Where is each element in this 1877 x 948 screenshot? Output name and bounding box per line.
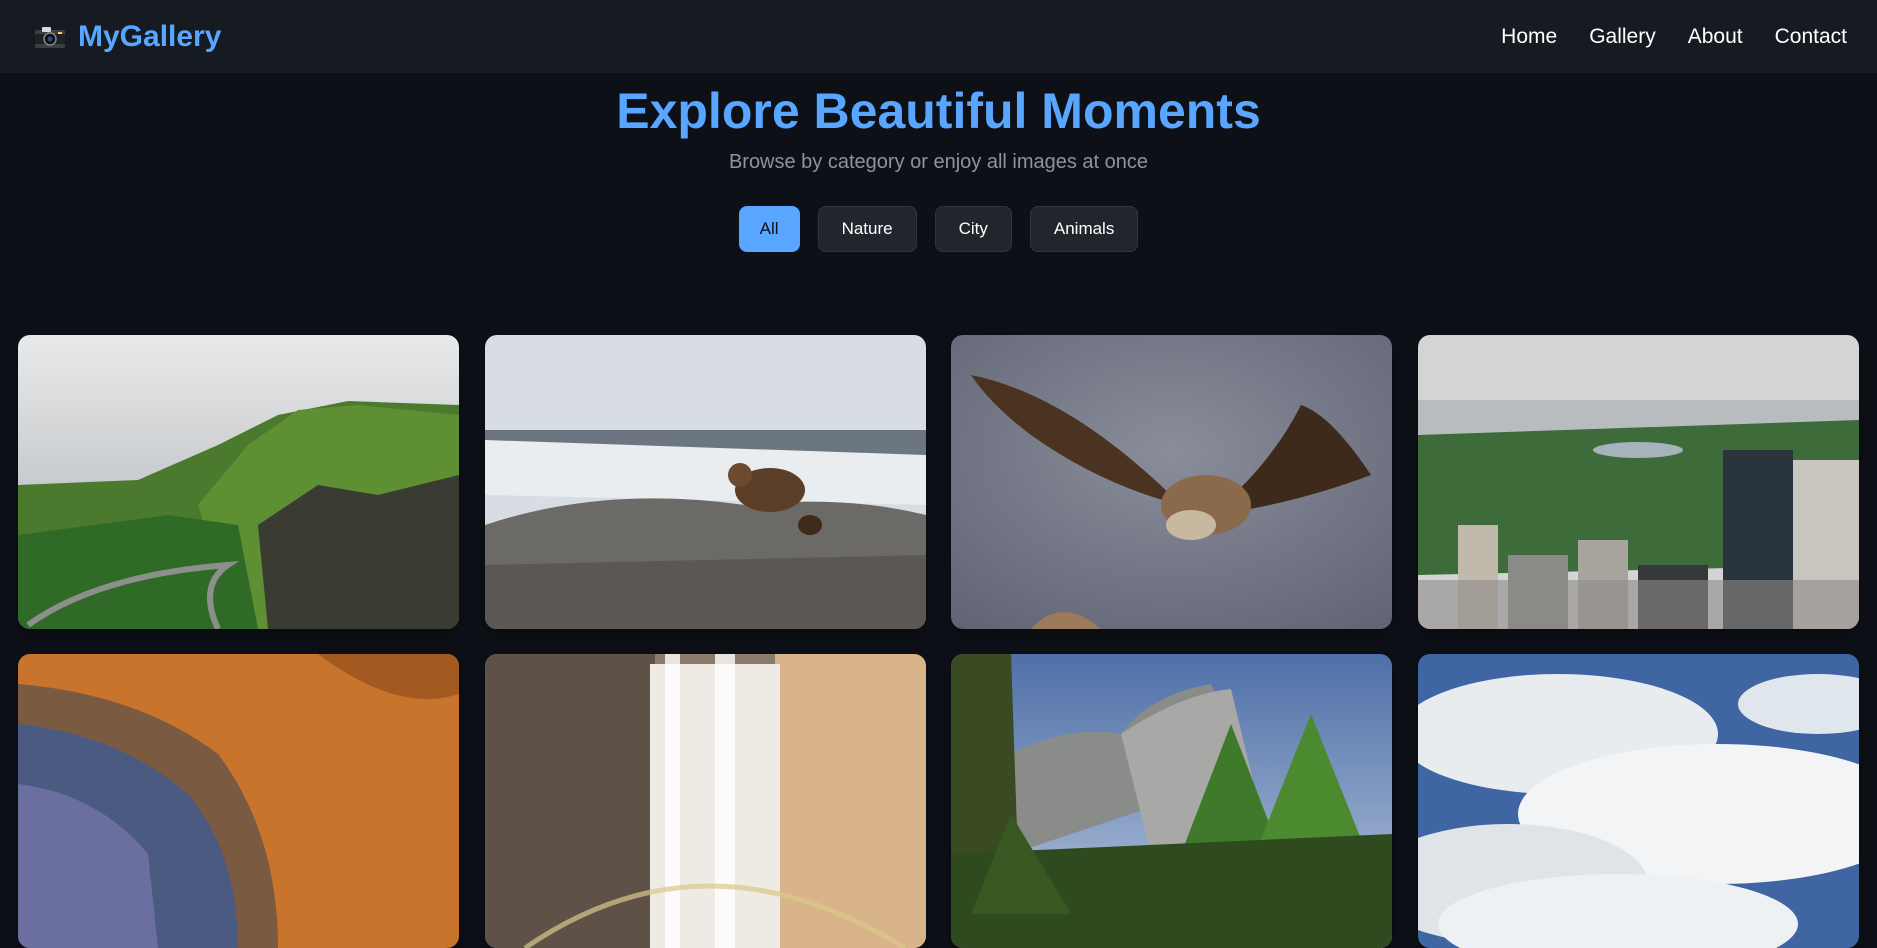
gallery-card-mountain-cliffs[interactable] (18, 335, 459, 629)
gallery-card-vulture[interactable] (951, 335, 1393, 629)
brand-name: MyGallery (78, 19, 222, 53)
nav-link-gallery[interactable]: Gallery (1589, 25, 1656, 49)
filter-city-button[interactable]: City (934, 206, 1012, 252)
category-filters: All Nature City Animals (0, 206, 1877, 252)
vulture-image (951, 335, 1393, 629)
nav-link-about[interactable]: About (1688, 25, 1743, 49)
brand[interactable]: MyGallery (34, 20, 221, 54)
gallery-card-city-park[interactable] (1418, 335, 1860, 629)
camera-icon (34, 25, 66, 49)
filter-all-button[interactable]: All (738, 206, 800, 252)
nav-links: Home Gallery About Contact (1501, 25, 1847, 49)
granite-forest-image (951, 654, 1393, 948)
gallery-card-clouds[interactable] (1418, 654, 1860, 948)
gallery-card-bear[interactable] (484, 335, 926, 629)
filter-nature-button[interactable]: Nature (817, 206, 917, 252)
crater-image (18, 654, 459, 948)
page-title: Explore Beautiful Moments (616, 83, 1261, 139)
city-park-image (1418, 335, 1860, 629)
gallery-card-granite-forest[interactable] (951, 654, 1393, 948)
gallery-card-waterfall[interactable] (484, 654, 926, 948)
nav-link-contact[interactable]: Contact (1775, 25, 1847, 49)
clouds-image (1418, 654, 1860, 948)
page-subtitle: Browse by category or enjoy all images a… (728, 151, 1149, 173)
bear-image (484, 335, 926, 629)
gallery-card-crater[interactable] (18, 654, 459, 948)
navbar: MyGallery Home Gallery About Contact (0, 0, 1877, 73)
waterfall-image (484, 654, 926, 948)
gallery-grid (18, 335, 1860, 948)
nav-link-home[interactable]: Home (1501, 25, 1557, 49)
filter-animals-button[interactable]: Animals (1029, 206, 1139, 252)
mountain-cliffs-image (18, 335, 459, 629)
